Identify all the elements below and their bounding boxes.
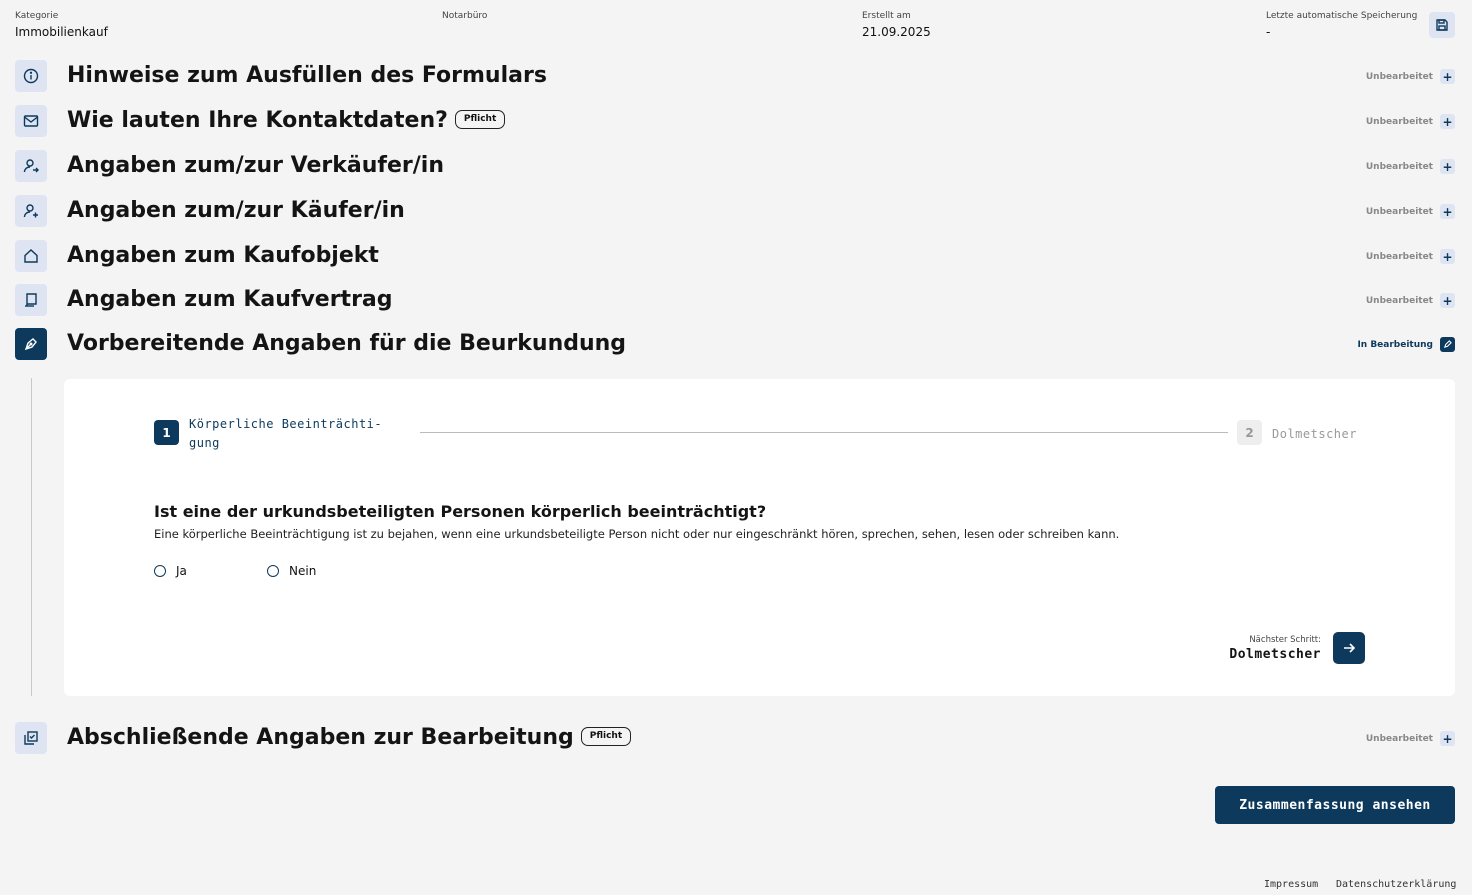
section-status: In Bearbeitung (1357, 337, 1455, 352)
mail-icon (23, 115, 39, 127)
user-arrow-icon (23, 159, 39, 173)
notarbuero-label: Notarbüro (442, 11, 488, 21)
section-icon (15, 722, 47, 754)
question-description: Eine körperliche Beeinträchtigung ist zu… (154, 527, 1120, 541)
checklist-icon (24, 731, 38, 745)
expand-plus-icon[interactable]: + (1440, 114, 1455, 129)
datenschutz-link[interactable]: Datenschutzerklärung (1336, 879, 1456, 890)
section-title: Wie lauten Ihre Kontaktdaten? Pflicht (67, 107, 506, 135)
expand-plus-icon[interactable]: + (1440, 293, 1455, 308)
step-2-label[interactable]: Dolmetscher (1272, 425, 1357, 444)
section-icon (15, 328, 47, 360)
next-step-text: Nächster Schritt: Dolmetscher (1229, 635, 1321, 662)
section-icon (15, 240, 47, 272)
kategorie-value: Immobilienkauf (15, 25, 108, 39)
expand-plus-icon[interactable]: + (1440, 204, 1455, 219)
section-title: Vorbereitende Angaben für die Beurkundun… (67, 331, 627, 356)
section-status: Unbearbeitet + (1366, 249, 1455, 264)
erstellt-value: 21.09.2025 (862, 25, 931, 39)
section-status: Unbearbeitet + (1366, 69, 1455, 84)
radio-circle[interactable] (267, 565, 279, 577)
section-icon (15, 60, 47, 92)
next-step-value: Dolmetscher (1229, 646, 1321, 662)
section-kaufvertrag[interactable]: Angaben zum Kaufvertrag Unbearbeitet + (15, 284, 1455, 318)
save-button[interactable] (1429, 12, 1455, 38)
radio-yes[interactable]: Ja (154, 564, 187, 578)
section-status: Unbearbeitet + (1366, 114, 1455, 129)
edit-pencil-icon[interactable] (1440, 337, 1455, 352)
step-2-number[interactable]: 2 (1237, 420, 1262, 445)
section-icon (15, 150, 47, 182)
pflicht-badge: Pflicht (580, 726, 632, 746)
meta-erstellt: Erstellt am 21.09.2025 (862, 10, 931, 40)
section-title: Abschließende Angaben zur Bearbeitung Pf… (67, 724, 632, 752)
section-icon (15, 105, 47, 137)
floppy-disk-icon (1436, 19, 1448, 31)
section-panel: 1 Körperliche Beeinträchti- gung 2 Dolme… (64, 379, 1455, 696)
section-icon (15, 195, 47, 227)
step-1-number[interactable]: 1 (154, 420, 179, 445)
section-kontaktdaten[interactable]: Wie lauten Ihre Kontaktdaten? Pflicht Un… (15, 105, 1455, 139)
radio-circle[interactable] (154, 565, 166, 577)
pflicht-badge: Pflicht (454, 109, 506, 129)
info-icon (23, 68, 39, 84)
house-icon (24, 249, 38, 263)
section-title: Angaben zum Kaufvertrag (67, 287, 393, 312)
section-title: Angaben zum Kaufobjekt (67, 243, 379, 268)
next-step-label: Nächster Schritt: (1249, 634, 1321, 645)
step-1-label[interactable]: Körperliche Beeinträchti- gung (189, 415, 382, 453)
document-icon (25, 293, 37, 307)
section-status: Unbearbeitet + (1366, 204, 1455, 219)
section-abschliessend[interactable]: Abschließende Angaben zur Bearbeitung Pf… (15, 722, 1455, 756)
radio-yes-label: Ja (176, 564, 187, 578)
meta-speicherung: Letzte automatische Speicherung - (1266, 10, 1417, 40)
next-step: Nächster Schritt: Dolmetscher (1229, 632, 1365, 664)
section-status: Unbearbeitet + (1366, 731, 1455, 746)
user-plus-icon (23, 204, 38, 218)
section-status: Unbearbeitet + (1366, 293, 1455, 308)
section-icon (15, 284, 47, 316)
meta-notarbuero: Notarbüro (442, 10, 487, 25)
arrow-right-icon (1344, 643, 1356, 653)
section-verkaeufer[interactable]: Angaben zum/zur Verkäufer/in Unbearbeite… (15, 150, 1455, 184)
kategorie-label: Kategorie (15, 11, 59, 21)
section-title: Hinweise zum Ausfüllen des Formulars (67, 63, 547, 88)
section-kaufobjekt[interactable]: Angaben zum Kaufobjekt Unbearbeitet + (15, 240, 1455, 274)
section-kaeufer[interactable]: Angaben zum/zur Käufer/in Unbearbeitet + (15, 195, 1455, 229)
stepper-line (420, 432, 1228, 433)
expand-plus-icon[interactable]: + (1440, 69, 1455, 84)
summary-button[interactable]: Zusammenfassung ansehen (1215, 786, 1455, 824)
next-step-button[interactable] (1333, 632, 1365, 664)
question-title: Ist eine der urkundsbeteiligten Personen… (154, 502, 767, 521)
expand-plus-icon[interactable]: + (1440, 731, 1455, 746)
speicherung-label: Letzte automatische Speicherung (1266, 11, 1418, 21)
expand-plus-icon[interactable]: + (1440, 159, 1455, 174)
section-title: Angaben zum/zur Verkäufer/in (67, 153, 444, 178)
speicherung-value: - (1266, 25, 1271, 39)
section-connector-line (31, 378, 32, 696)
section-status: Unbearbeitet + (1366, 159, 1455, 174)
section-beurkundung[interactable]: Vorbereitende Angaben für die Beurkundun… (15, 328, 1455, 362)
erstellt-label: Erstellt am (862, 11, 911, 21)
section-title: Angaben zum/zur Käufer/in (67, 198, 405, 223)
pen-nib-icon (24, 338, 37, 351)
impressum-link[interactable]: Impressum (1264, 879, 1318, 890)
radio-no-label: Nein (289, 564, 317, 578)
expand-plus-icon[interactable]: + (1440, 249, 1455, 264)
radio-no[interactable]: Nein (267, 564, 316, 578)
meta-kategorie: Kategorie Immobilienkauf (15, 10, 108, 40)
section-hinweise[interactable]: Hinweise zum Ausfüllen des Formulars Unb… (15, 60, 1455, 94)
